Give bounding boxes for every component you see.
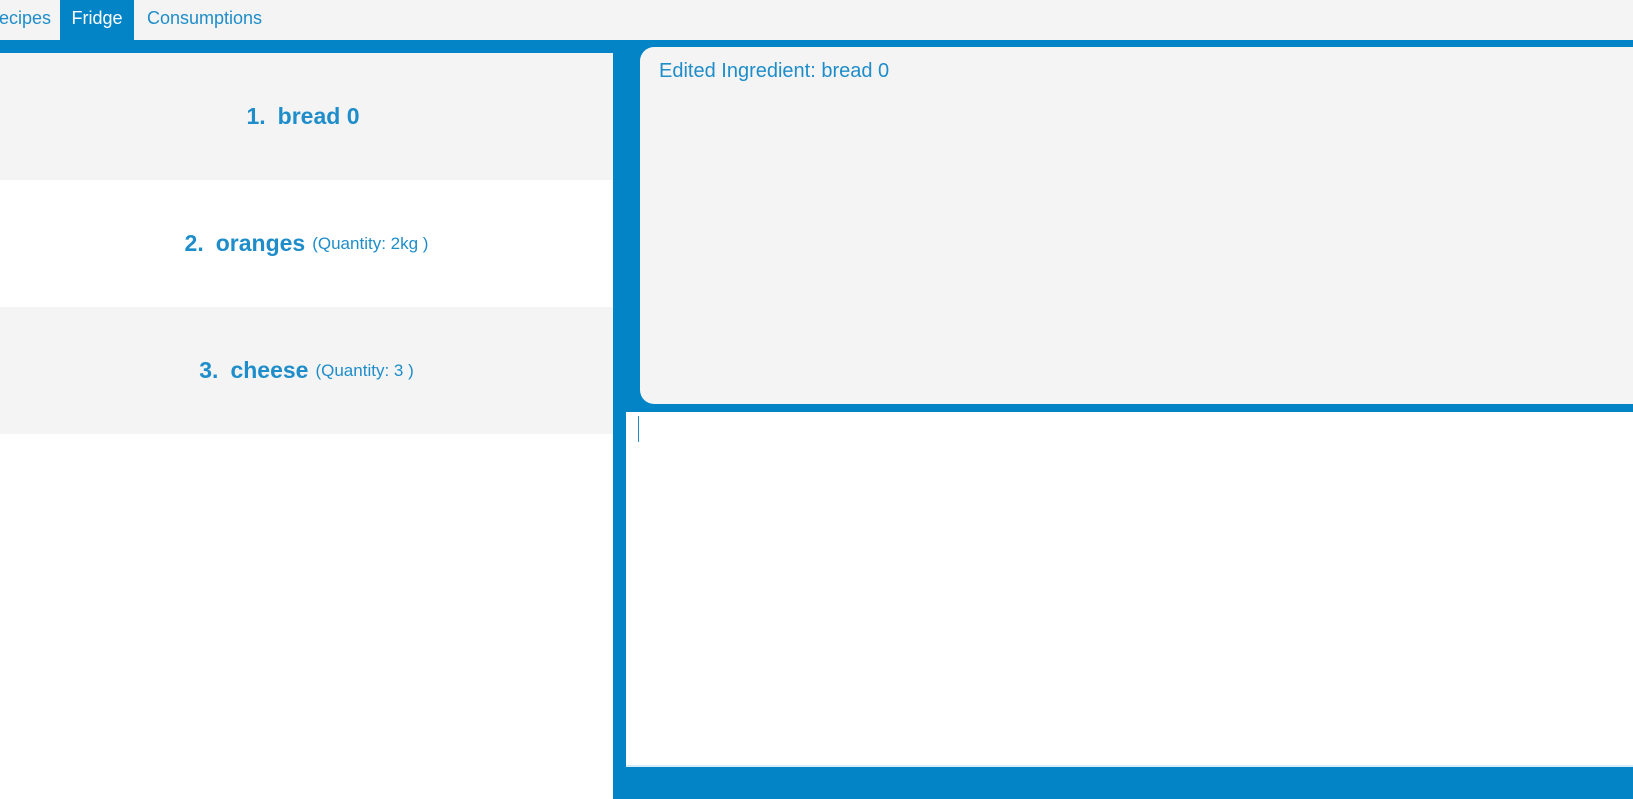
list-item[interactable]: 3. cheese (Quantity: 3 ) xyxy=(0,307,613,434)
tab-consumptions[interactable]: Consumptions xyxy=(134,0,274,40)
tab-fridge[interactable]: Fridge xyxy=(60,0,134,40)
item-quantity: (Quantity: 2kg ) xyxy=(312,233,429,253)
item-name: bread 0 xyxy=(277,103,360,129)
item-name: cheese xyxy=(230,357,309,383)
item-quantity: (Quantity: 3 ) xyxy=(315,360,414,380)
tab-recipes[interactable]: ecipes xyxy=(0,0,60,40)
command-input[interactable] xyxy=(626,412,1633,767)
ingredient-list[interactable]: 1. bread 0 2. oranges (Quantity: 2kg ) 3… xyxy=(0,53,613,799)
status-strip xyxy=(626,767,1633,799)
list-item[interactable]: 2. oranges (Quantity: 2kg ) xyxy=(0,180,613,307)
item-name: oranges xyxy=(215,230,306,256)
text-caret xyxy=(638,416,639,442)
panel-divider[interactable] xyxy=(613,53,626,799)
tab-bar: ecipes Fridge Consumptions xyxy=(0,0,1633,40)
app-window: ecipes Fridge Consumptions 1. bread 0 2.… xyxy=(0,0,1633,799)
item-index: 3. xyxy=(199,357,219,383)
list-item[interactable]: 1. bread 0 xyxy=(0,53,613,180)
item-index: 2. xyxy=(184,230,204,256)
result-message: Edited Ingredient: bread 0 xyxy=(659,60,890,82)
item-index: 1. xyxy=(246,103,266,129)
result-display: Edited Ingredient: bread 0 xyxy=(640,47,1633,404)
